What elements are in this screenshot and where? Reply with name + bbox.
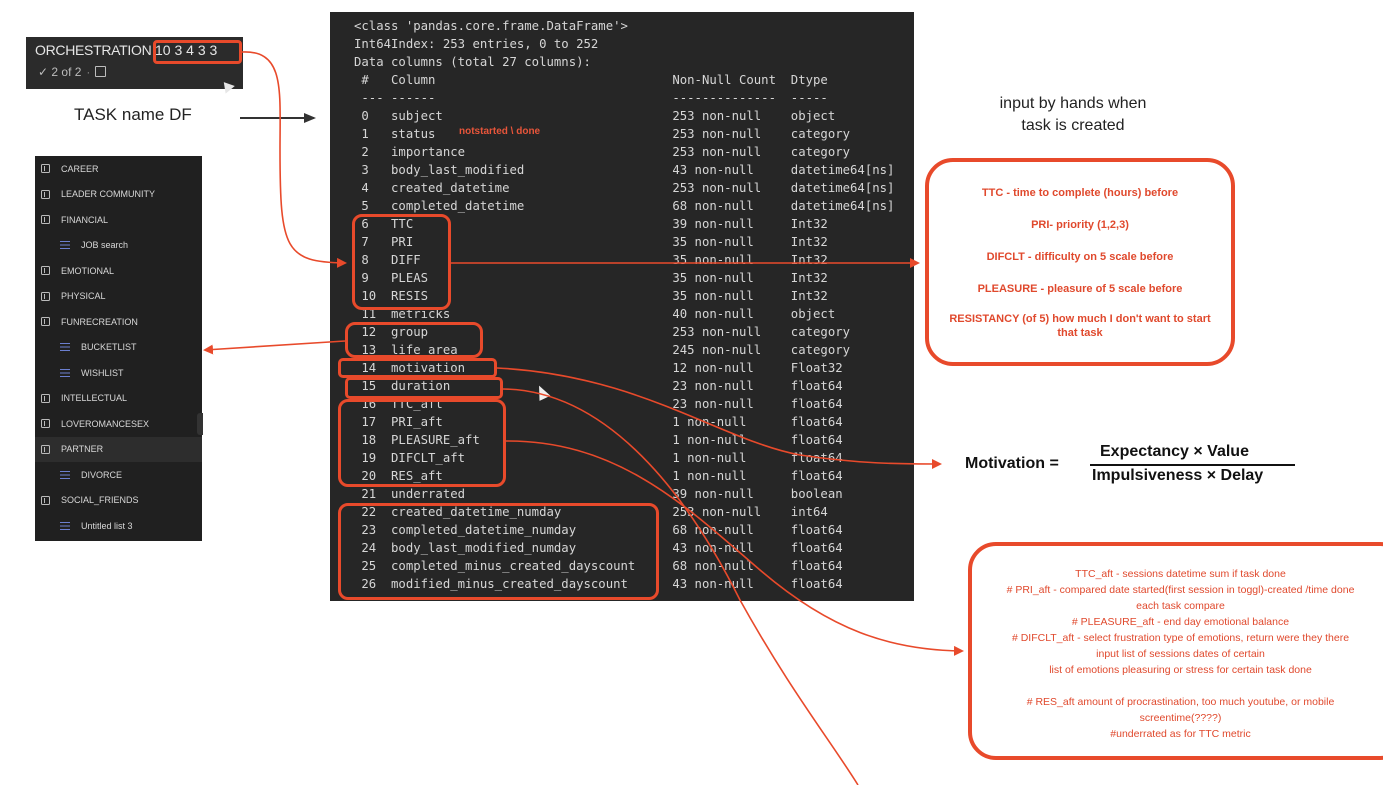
- duration-long-line: [502, 388, 859, 785]
- numbers-to-metrics-arrow: [241, 51, 347, 268]
- motivation-to-formula-arrow: [496, 367, 942, 469]
- connector-arrows: [203, 51, 964, 785]
- after-to-box-arrow: [505, 440, 964, 656]
- group-to-sidebar-arrow: [203, 340, 346, 355]
